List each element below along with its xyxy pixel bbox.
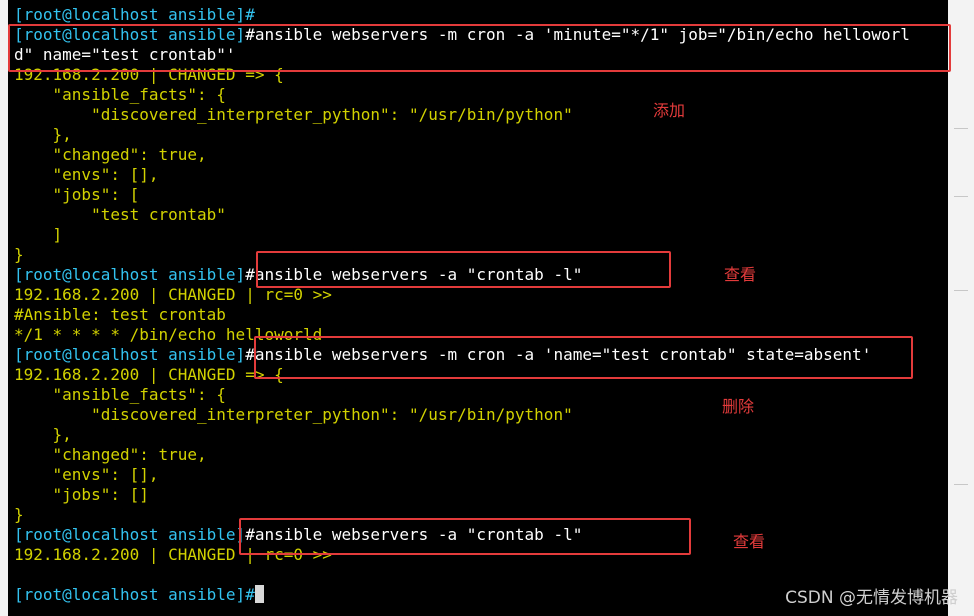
- output-text: ]: [14, 225, 63, 244]
- output-text: "jobs": []: [14, 485, 149, 504]
- edge-divider: [954, 290, 968, 291]
- highlight-box-delete-command: [254, 336, 913, 379]
- output-text: "envs": [],: [14, 165, 159, 184]
- highlight-box-view-command-1: [256, 251, 671, 288]
- annotation-add: 添加: [653, 101, 686, 120]
- terminal-line: }: [14, 505, 24, 525]
- terminal-line: 192.168.2.200 | CHANGED => {: [14, 365, 284, 385]
- terminal-line: "test crontab": [14, 205, 226, 225]
- terminal-line: }: [14, 245, 24, 265]
- output-text: },: [14, 125, 72, 144]
- terminal-line: "envs": [],: [14, 165, 159, 185]
- shell-prompt: [root@localhost ansible]#: [14, 5, 255, 24]
- edge-divider: [954, 196, 968, 197]
- shell-prompt: [root@localhost ansible]: [14, 525, 246, 544]
- output-text: "envs": [],: [14, 465, 159, 484]
- output-text: "test crontab": [14, 205, 226, 224]
- annotation-view-1: 查看: [724, 265, 757, 284]
- output-text: "discovered_interpreter_python": "/usr/b…: [14, 105, 573, 124]
- watermark: CSDN @无情发博机器: [785, 588, 958, 608]
- output-text: }: [14, 505, 24, 524]
- output-text: }: [14, 245, 24, 264]
- output-text: "changed": true,: [14, 145, 207, 164]
- terminal-line: "changed": true,: [14, 145, 207, 165]
- shell-prompt: [root@localhost ansible]#: [14, 585, 255, 604]
- edge-divider: [954, 128, 968, 129]
- terminal-line: ]: [14, 225, 63, 245]
- terminal-line: "discovered_interpreter_python": "/usr/b…: [14, 105, 573, 125]
- terminal-line: "discovered_interpreter_python": "/usr/b…: [14, 405, 573, 425]
- terminal-line: 192.168.2.200 | CHANGED | rc=0 >>: [14, 285, 332, 305]
- terminal-line: [root@localhost ansible]#: [14, 585, 264, 605]
- terminal-line: "changed": true,: [14, 445, 207, 465]
- edge-divider: [954, 484, 968, 485]
- terminal-line: "envs": [],: [14, 465, 159, 485]
- highlight-box-add-command: [8, 24, 951, 72]
- terminal-line: "ansible_facts": {: [14, 85, 226, 105]
- output-text: },: [14, 425, 72, 444]
- annotation-delete: 删除: [722, 397, 755, 416]
- shell-prompt: [root@localhost ansible]: [14, 265, 246, 284]
- output-text: "jobs": [: [14, 185, 140, 204]
- terminal-line: },: [14, 425, 72, 445]
- text-cursor: [254, 585, 264, 603]
- output-text: #Ansible: test crontab: [14, 305, 226, 324]
- annotation-view-2: 查看: [733, 532, 766, 551]
- output-text: "discovered_interpreter_python": "/usr/b…: [14, 405, 573, 424]
- output-text: "ansible_facts": {: [14, 85, 226, 104]
- left-window-edge: [0, 0, 8, 616]
- terminal-line: #Ansible: test crontab: [14, 305, 226, 325]
- terminal-line: "ansible_facts": {: [14, 385, 226, 405]
- output-text: 192.168.2.200 | CHANGED => {: [14, 365, 284, 384]
- output-text: "ansible_facts": {: [14, 385, 226, 404]
- terminal-line: },: [14, 125, 72, 145]
- output-text: "changed": true,: [14, 445, 207, 464]
- terminal-line: [root@localhost ansible]#: [14, 5, 255, 25]
- terminal-line: "jobs": []: [14, 485, 149, 505]
- shell-prompt: [root@localhost ansible]: [14, 345, 246, 364]
- highlight-box-view-command-2: [239, 518, 691, 555]
- terminal-line: "jobs": [: [14, 185, 140, 205]
- right-window-edge: [948, 0, 974, 616]
